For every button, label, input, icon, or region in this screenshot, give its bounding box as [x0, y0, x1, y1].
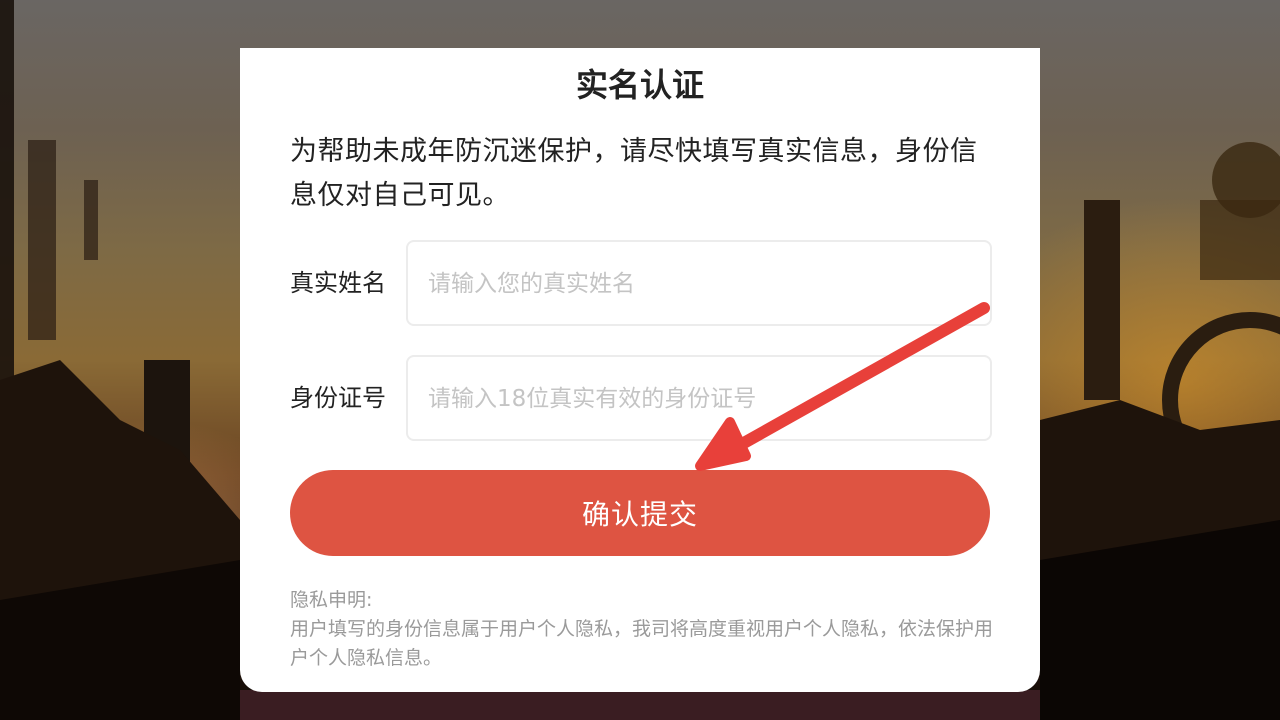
real-name-dialog: 实名认证 为帮助未成年防沉迷保护，请尽快填写真实信息，身份信息仅对自己可见。 真…	[240, 48, 1040, 692]
name-field-box	[406, 240, 992, 326]
name-input[interactable]	[426, 242, 980, 326]
id-field-row: 身份证号	[290, 355, 992, 441]
privacy-statement: 隐私申明: 用户填写的身份信息属于用户个人隐私，我司将高度重视用户个人隐私，依法…	[290, 586, 995, 673]
dialog-title: 实名认证	[575, 66, 704, 104]
submit-button[interactable]: 确认提交	[290, 470, 990, 556]
name-label: 真实姓名	[290, 269, 386, 297]
name-field-row: 真实姓名	[290, 240, 992, 326]
id-field-box	[406, 355, 992, 441]
dialog-intro-text: 为帮助未成年防沉迷保护，请尽快填写真实信息，身份信息仅对自己可见。	[290, 136, 978, 211]
privacy-body: 用户填写的身份信息属于用户个人隐私，我司将高度重视用户个人隐私，依法保护用户个人…	[290, 618, 994, 669]
id-label: 身份证号	[290, 384, 386, 412]
privacy-heading: 隐私申明:	[290, 589, 373, 611]
id-number-input[interactable]	[426, 357, 980, 441]
